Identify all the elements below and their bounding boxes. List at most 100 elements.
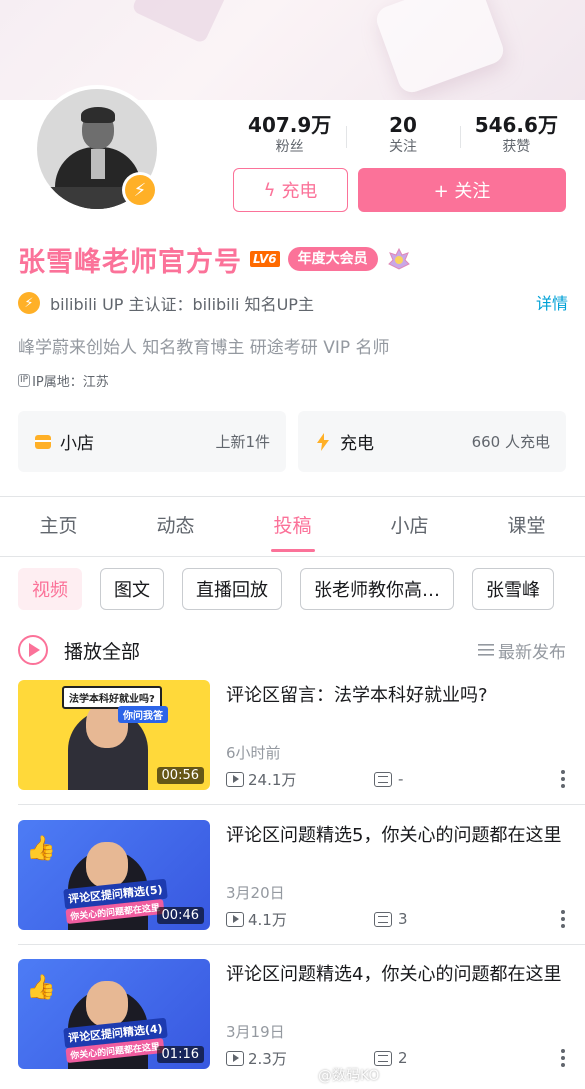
lightning-icon: ϟ bbox=[263, 179, 276, 201]
play-count-icon bbox=[226, 1050, 244, 1066]
stat-value: 20 bbox=[389, 113, 417, 137]
tab-shop[interactable]: 小店 bbox=[351, 497, 468, 556]
comment-count: 3 bbox=[374, 910, 408, 928]
tab-dynamics[interactable]: 动态 bbox=[117, 497, 234, 556]
follow-button-label: + 关注 bbox=[433, 181, 491, 202]
stats-row: 407.9万 粉丝 20 关注 546.6万 获赞 bbox=[233, 112, 573, 160]
video-thumbnail[interactable]: 法学本科好就业吗? 你问我答 00:56 bbox=[18, 680, 210, 790]
video-item[interactable]: 👍 评论区提问精选(4) 你关心的问题都在这里 01:16 评论区问题精选4，你… bbox=[18, 959, 566, 1071]
watermark: @数码KO bbox=[318, 1068, 380, 1084]
play-count: 4.1万 bbox=[226, 909, 374, 930]
stat-following[interactable]: 20 关注 bbox=[346, 112, 459, 160]
thumbnail-subcaption: 你问我答 bbox=[118, 706, 168, 723]
more-options-icon[interactable] bbox=[560, 910, 566, 928]
shop-icon bbox=[34, 433, 52, 451]
chip-live-replay[interactable]: 直播回放 bbox=[182, 568, 282, 610]
vip-badge[interactable]: 年度大会员 bbox=[287, 247, 378, 271]
stat-fans[interactable]: 407.9万 粉丝 bbox=[233, 112, 346, 160]
certification-row: ⚡ bilibili UP 主认证：bilibili 知名UP主 详情 bbox=[18, 290, 568, 316]
tab-course[interactable]: 课堂 bbox=[468, 497, 585, 556]
play-count: 24.1万 bbox=[226, 769, 374, 790]
list-sort-icon bbox=[478, 644, 494, 656]
username: 张雪峰老师官方号 bbox=[18, 246, 242, 278]
lightning-icon bbox=[314, 432, 332, 451]
more-options-icon[interactable] bbox=[560, 1049, 566, 1067]
ip-tag-icon: IP bbox=[18, 374, 31, 387]
lightning-badge-icon: ⚡ bbox=[122, 172, 158, 208]
sort-button[interactable]: 最新发布 bbox=[478, 638, 566, 663]
ip-location: IP IP属地：江苏 bbox=[18, 371, 109, 390]
more-options-icon[interactable] bbox=[560, 770, 566, 788]
comment-count-value: - bbox=[398, 770, 404, 788]
stat-value: 407.9万 bbox=[248, 113, 332, 137]
banner-decoration bbox=[131, 0, 229, 45]
video-title[interactable]: 评论区留言：法学本科好就业吗? bbox=[226, 680, 566, 711]
chip-article[interactable]: 图文 bbox=[100, 568, 164, 610]
comment-count-value: 3 bbox=[398, 910, 408, 928]
play-count-value: 24.1万 bbox=[248, 770, 297, 789]
video-thumbnail[interactable]: 👍 评论区提问精选(4) 你关心的问题都在这里 01:16 bbox=[18, 959, 210, 1069]
video-date: 3月19日 bbox=[226, 1023, 285, 1041]
lightning-cert-icon: ⚡ bbox=[18, 292, 40, 314]
video-duration: 00:56 bbox=[156, 767, 204, 784]
video-title[interactable]: 评论区问题精选4，你关心的问题都在这里 bbox=[226, 959, 566, 990]
content-filter-chips: 视频 图文 直播回放 张老师教你高… 张雪峰 bbox=[18, 568, 585, 610]
play-count-icon bbox=[226, 771, 244, 787]
video-duration: 00:46 bbox=[156, 907, 204, 924]
video-meta: 24.1万 - bbox=[226, 769, 566, 789]
play-count-icon bbox=[226, 911, 244, 927]
charge-button-label: 充电 bbox=[281, 181, 318, 202]
comment-count-value: 2 bbox=[398, 1049, 408, 1067]
profile-bio: 峰学蔚来创始人 知名教育博主 研途考研 VIP 名师 bbox=[18, 338, 390, 358]
video-date: 3月20日 bbox=[226, 884, 285, 902]
video-thumbnail[interactable]: 👍 评论区提问精选(5) 你关心的问题都在这里 00:46 bbox=[18, 820, 210, 930]
chip-series[interactable]: 张老师教你高… bbox=[300, 568, 454, 610]
chip-video[interactable]: 视频 bbox=[18, 568, 82, 610]
banner-decoration bbox=[372, 0, 508, 97]
shop-card-title: 小店 bbox=[60, 434, 94, 454]
ip-location-text: IP属地：江苏 bbox=[32, 375, 109, 390]
comment-count-icon bbox=[374, 1050, 392, 1066]
thumbs-up-icon: 👍 bbox=[26, 834, 56, 862]
play-all-label[interactable]: 播放全部 bbox=[64, 637, 140, 664]
charge-card-info: 660 人充电 bbox=[471, 433, 550, 451]
profile-tabs: 主页 动态 投稿 小店 课堂 bbox=[0, 497, 585, 557]
medal-icon[interactable] bbox=[386, 246, 412, 272]
video-item[interactable]: 法学本科好就业吗? 你问我答 00:56 评论区留言：法学本科好就业吗? 6小时… bbox=[18, 680, 566, 792]
play-all-bar: 播放全部 最新发布 bbox=[18, 633, 566, 667]
comment-count-icon bbox=[374, 911, 392, 927]
video-meta: 4.1万 3 bbox=[226, 909, 566, 929]
list-divider bbox=[18, 944, 585, 945]
stat-likes[interactable]: 546.6万 获赞 bbox=[459, 112, 573, 160]
video-meta: 2.3万 2 bbox=[226, 1048, 566, 1068]
comment-count-icon bbox=[374, 771, 392, 787]
charge-card-title: 充电 bbox=[340, 434, 374, 454]
video-duration: 01:16 bbox=[156, 1046, 204, 1063]
tab-home[interactable]: 主页 bbox=[0, 497, 117, 556]
play-count-value: 4.1万 bbox=[248, 910, 287, 929]
level-badge[interactable]: LV6 bbox=[250, 251, 280, 267]
video-item[interactable]: 👍 评论区提问精选(5) 你关心的问题都在这里 00:46 评论区问题精选5，你… bbox=[18, 820, 566, 932]
play-circle-icon[interactable] bbox=[18, 635, 48, 665]
chip-series[interactable]: 张雪峰 bbox=[472, 568, 554, 610]
stat-label: 获赞 bbox=[502, 139, 531, 155]
comment-count: - bbox=[374, 770, 403, 788]
stat-label: 关注 bbox=[388, 139, 417, 155]
stat-value: 546.6万 bbox=[474, 113, 558, 137]
charge-button[interactable]: ϟ 充电 bbox=[233, 168, 348, 212]
stat-label: 粉丝 bbox=[275, 139, 304, 155]
list-divider bbox=[18, 804, 585, 805]
play-count-value: 2.3万 bbox=[248, 1049, 287, 1068]
video-date: 6小时前 bbox=[226, 744, 281, 762]
charge-card[interactable]: 充电 660 人充电 bbox=[298, 411, 566, 472]
video-title[interactable]: 评论区问题精选5，你关心的问题都在这里 bbox=[226, 820, 566, 851]
certification-text: bilibili UP 主认证：bilibili 知名UP主 bbox=[50, 295, 314, 314]
tab-uploads[interactable]: 投稿 bbox=[234, 497, 351, 556]
shop-card[interactable]: 小店 上新1件 bbox=[18, 411, 286, 472]
follow-button[interactable]: + 关注 bbox=[358, 168, 566, 212]
sort-label: 最新发布 bbox=[498, 642, 566, 663]
thumbs-up-icon: 👍 bbox=[26, 973, 56, 1001]
details-link[interactable]: 详情 bbox=[536, 290, 568, 314]
shop-card-info: 上新1件 bbox=[215, 433, 270, 451]
name-row: 张雪峰老师官方号 LV6 年度大会员 bbox=[18, 240, 412, 278]
